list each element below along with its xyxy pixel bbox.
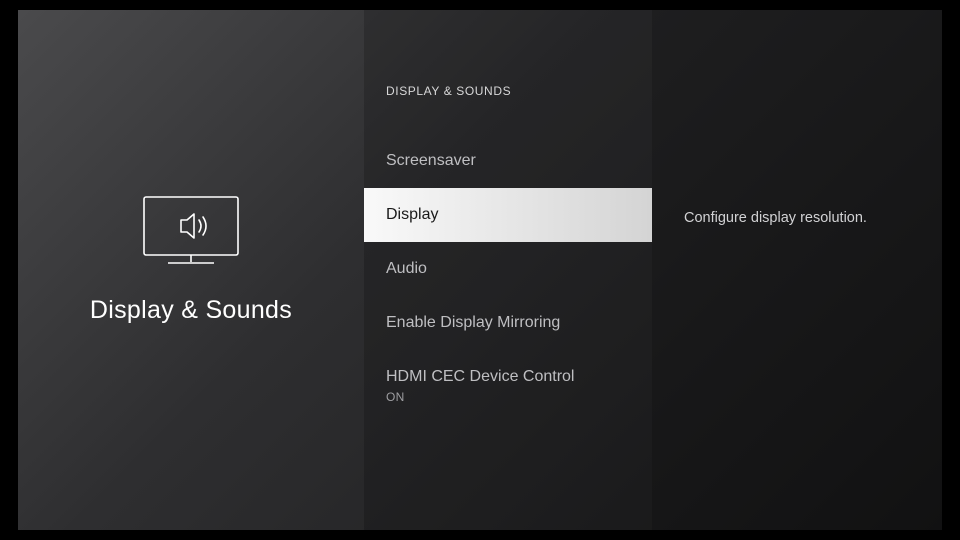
menu-item-screensaver[interactable]: Screensaver xyxy=(364,134,652,188)
menu-item-audio[interactable]: Audio xyxy=(364,242,652,296)
menu-item-label: Audio xyxy=(386,260,427,277)
menu-item-label: Display xyxy=(386,206,438,223)
menu-item-label: Screensaver xyxy=(386,152,476,169)
menu-item-label: HDMI CEC Device Control xyxy=(386,368,574,385)
menu-item-enable-display-mirroring[interactable]: Enable Display Mirroring xyxy=(364,296,652,350)
menu-item-display[interactable]: Display xyxy=(364,188,652,242)
category-title: Display & Sounds xyxy=(90,296,292,325)
menu-item-label: Enable Display Mirroring xyxy=(386,314,560,331)
detail-panel: Configure display resolution. xyxy=(652,10,942,530)
menu-item-hdmi-cec[interactable]: HDMI CEC Device Control ON xyxy=(364,350,652,422)
section-header: DISPLAY & SOUNDS xyxy=(364,84,652,98)
menu-panel: DISPLAY & SOUNDS Screensaver Display Aud… xyxy=(364,10,652,530)
category-panel: Display & Sounds xyxy=(18,10,364,530)
item-description: Configure display resolution. xyxy=(684,210,918,226)
settings-screen: Display & Sounds DISPLAY & SOUNDS Screen… xyxy=(18,10,942,530)
display-sounds-icon xyxy=(143,196,239,266)
menu-item-sublabel: ON xyxy=(386,390,630,404)
